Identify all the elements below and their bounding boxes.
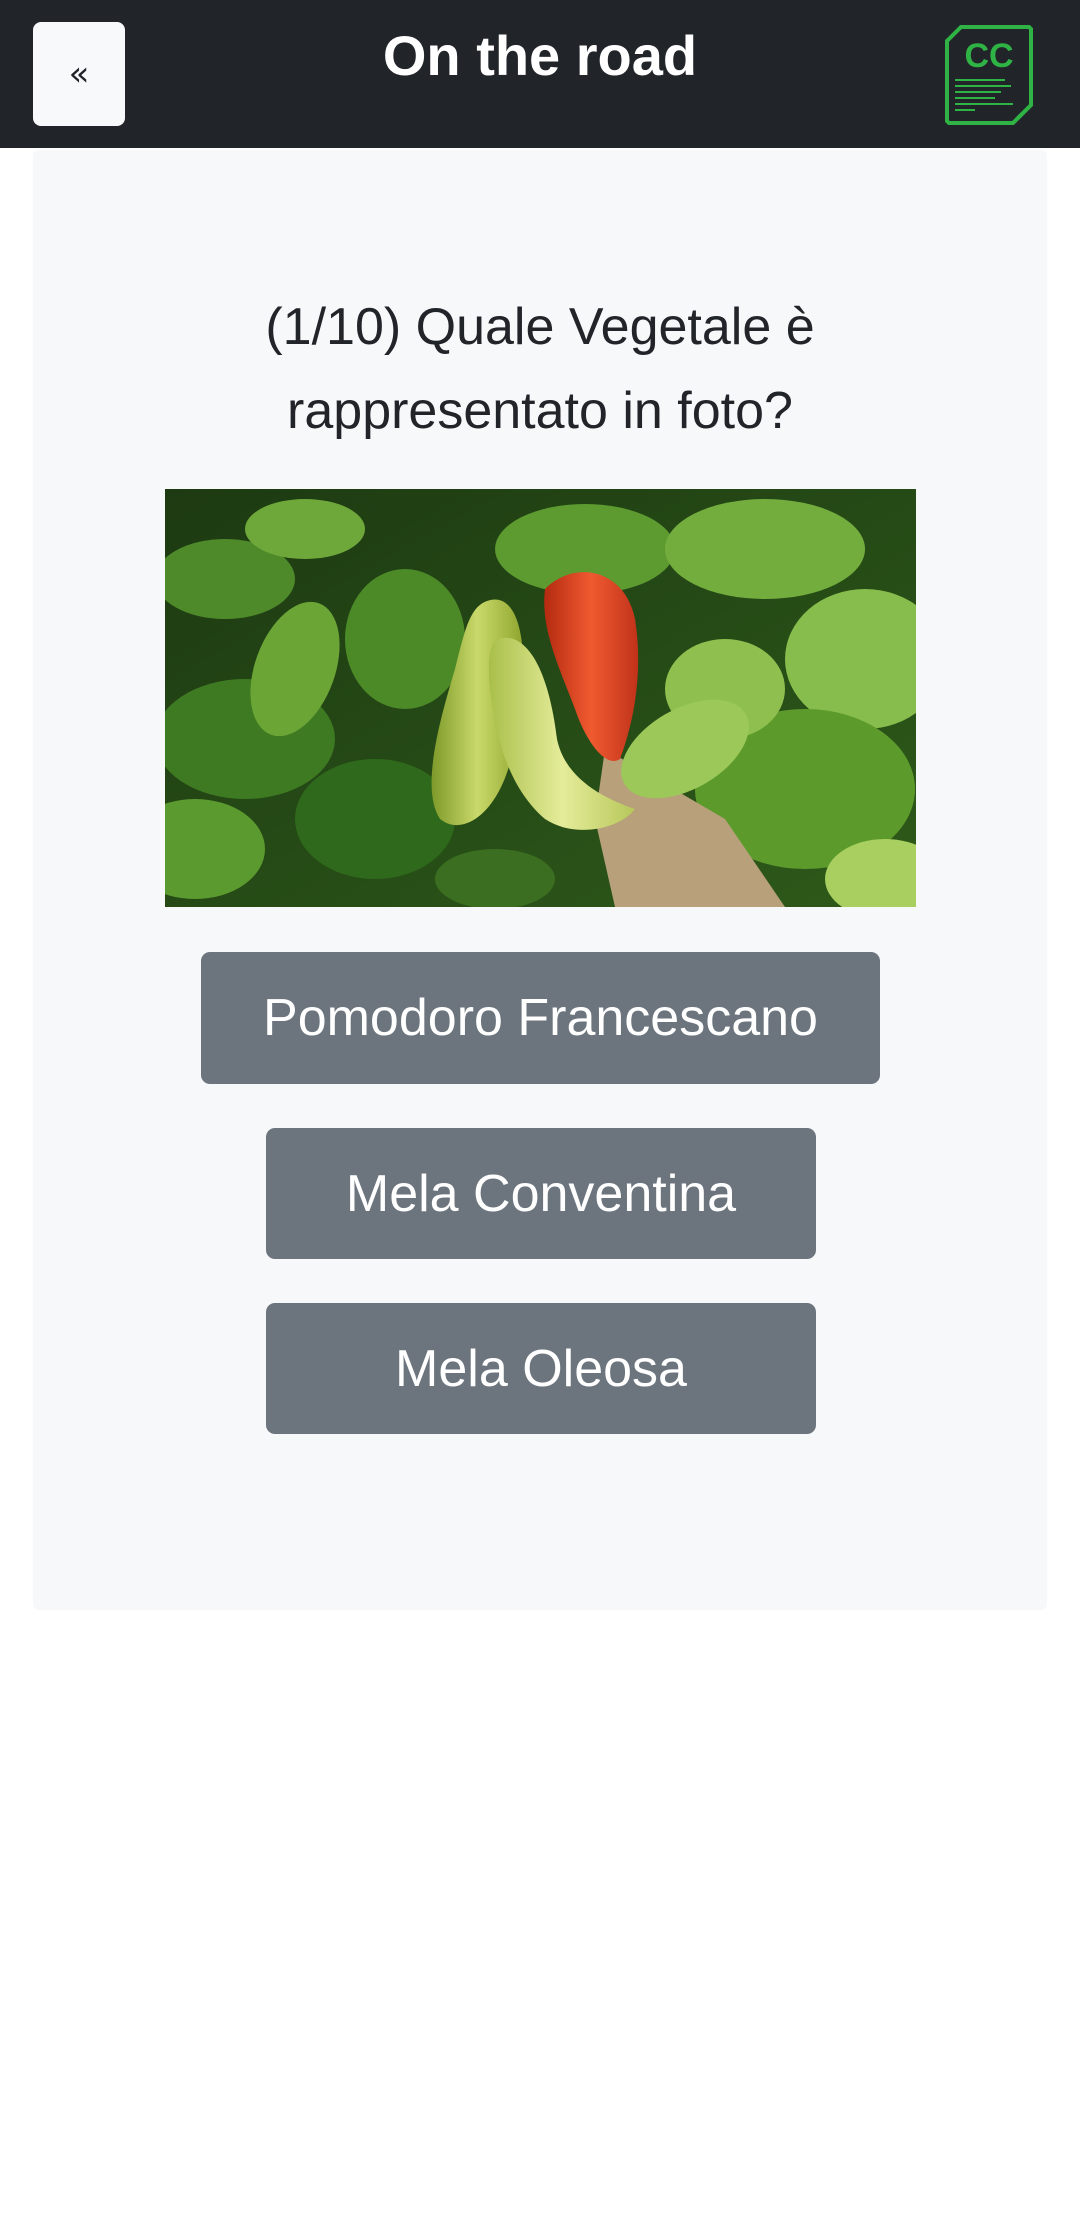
answer-button-3[interactable]: Mela Oleosa (266, 1303, 816, 1434)
svg-text:CC: CC (964, 37, 1013, 75)
cc-logo: CC (945, 25, 1033, 125)
question-line-1: (1/10) Quale Vegetale è (265, 298, 815, 356)
question-text: (1/10) Quale Vegetale è rappresentato in… (0, 285, 1080, 453)
answer-button-2[interactable]: Mela Conventina (266, 1128, 816, 1259)
question-line-2: rappresentato in foto? (287, 382, 793, 440)
vegetable-photo (165, 489, 916, 907)
page-title: On the road (382, 24, 698, 87)
top-bar: « On the road CC (0, 0, 1080, 148)
answer-button-1[interactable]: Pomodoro Francescano (201, 952, 880, 1084)
